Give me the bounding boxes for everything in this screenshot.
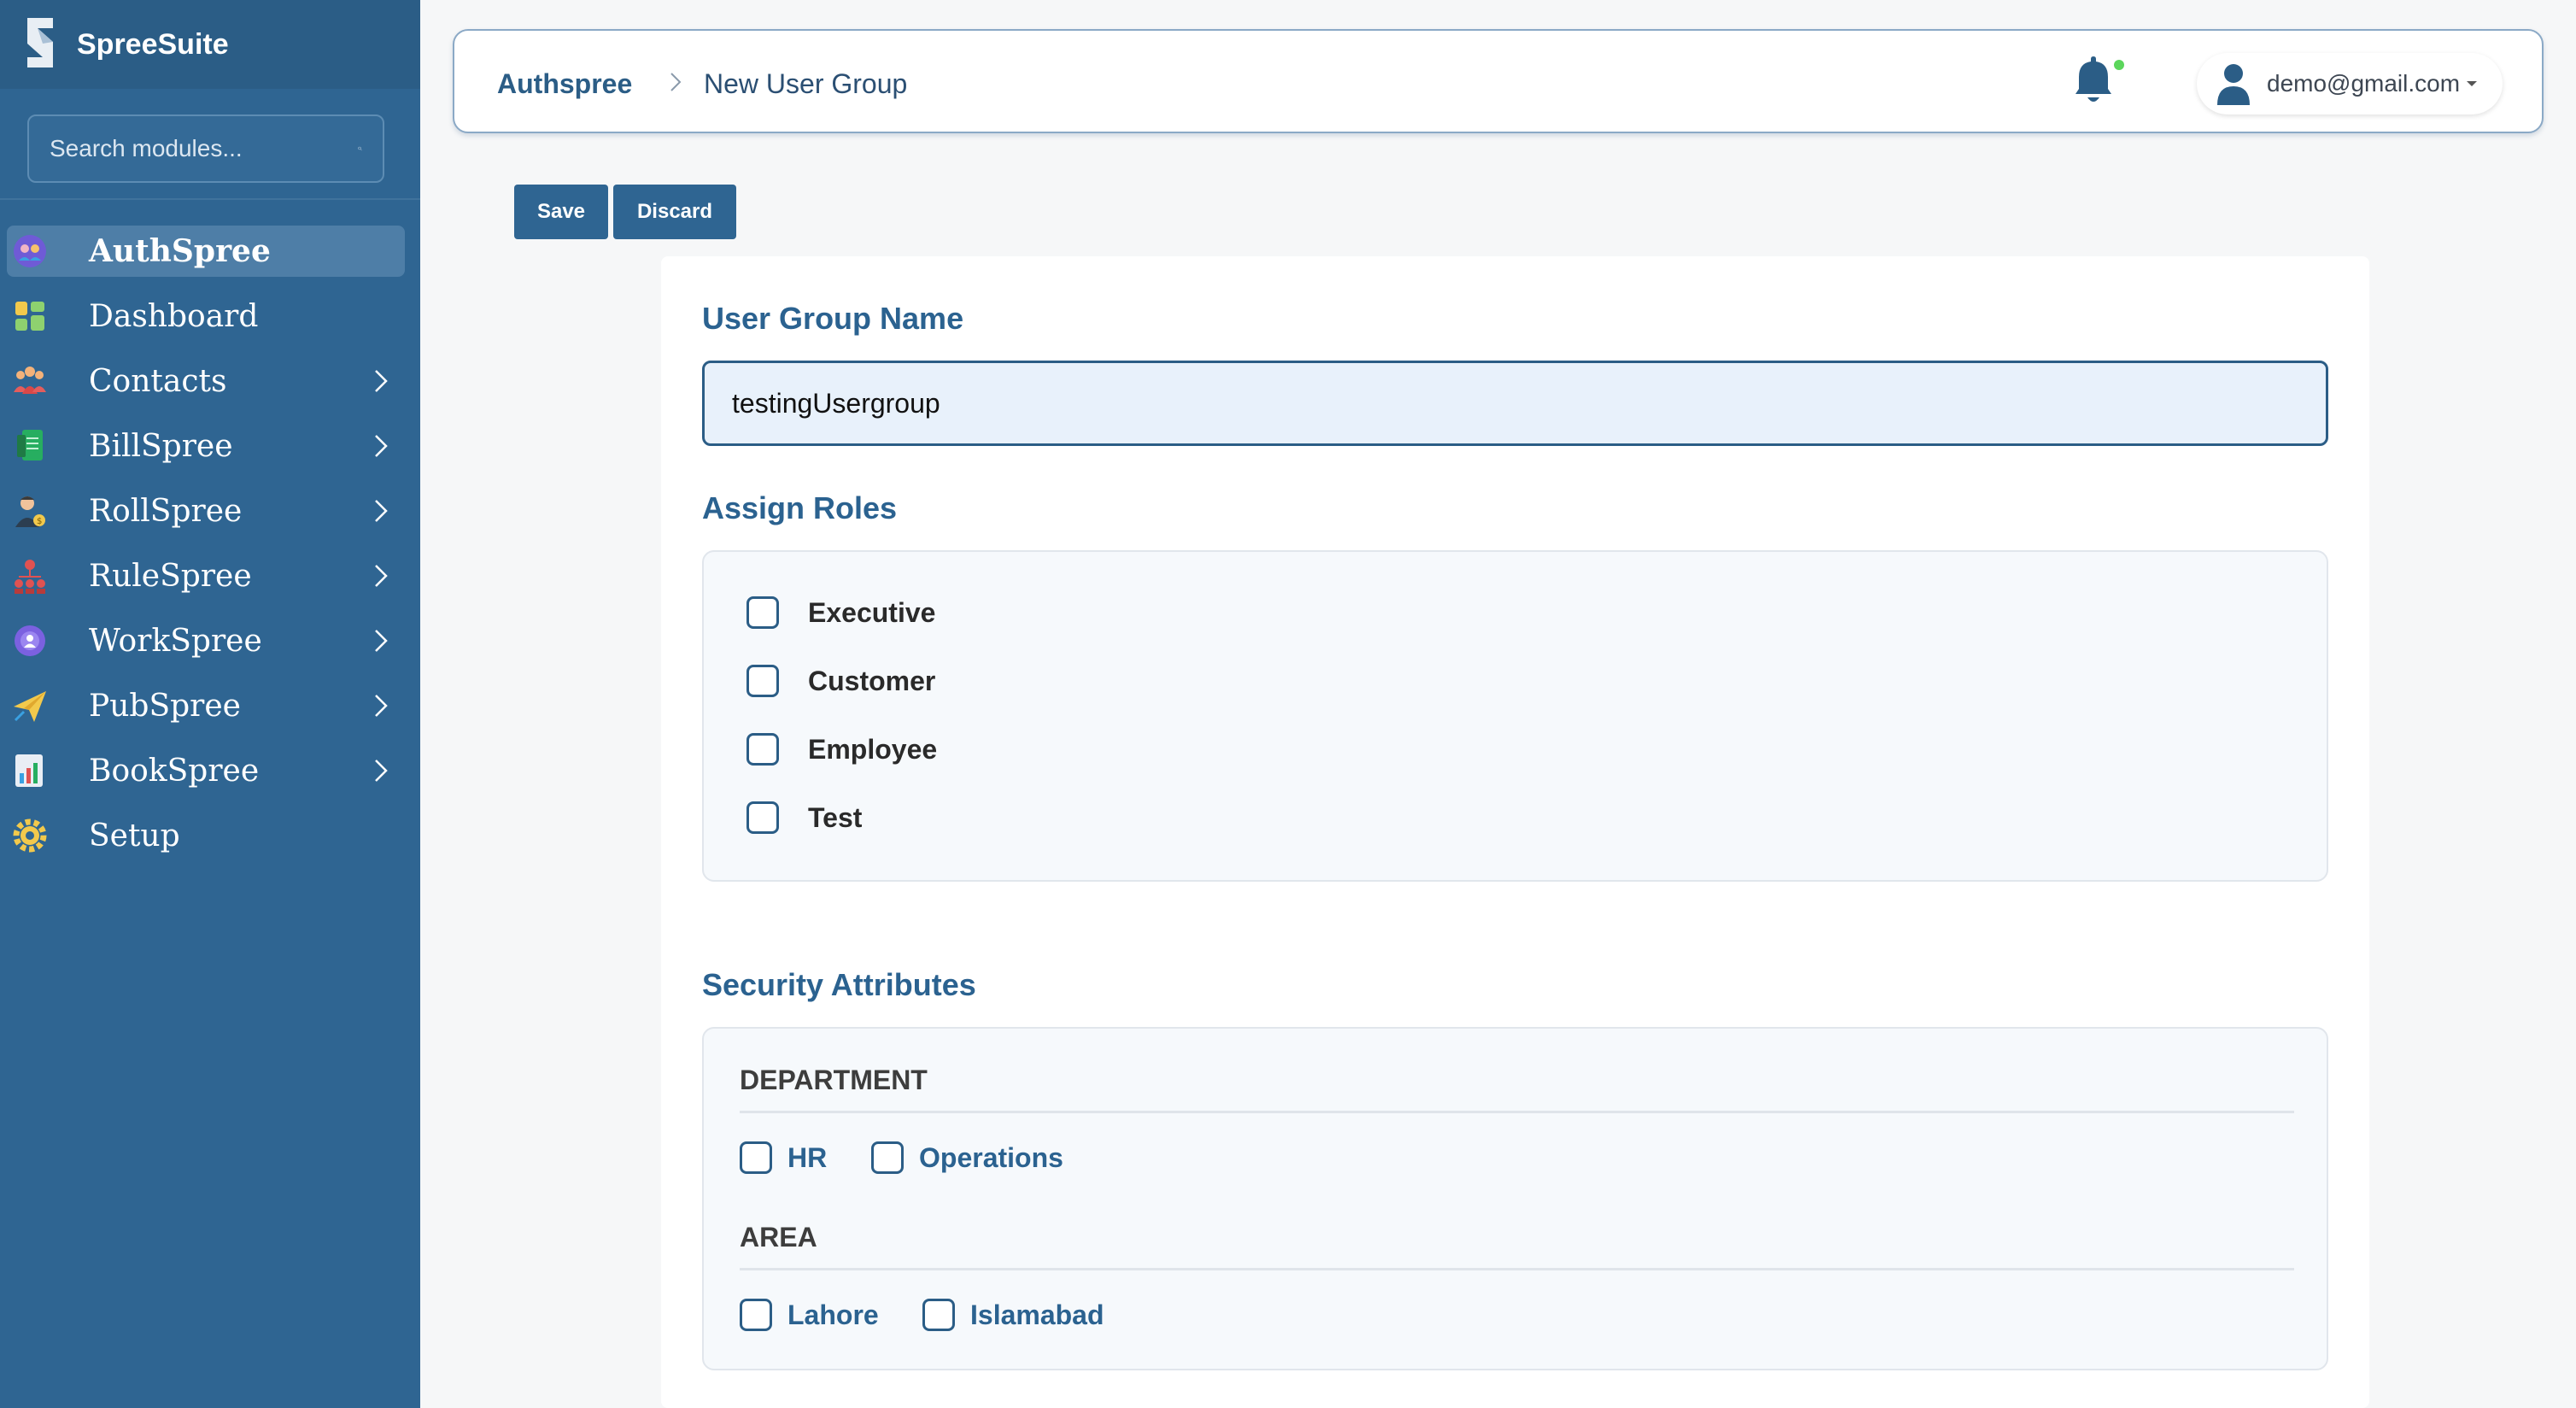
sidebar-item-label: Setup [89,818,180,854]
sidebar-item-label: PubSpree [89,688,241,724]
brand-name: SpreeSuite [77,27,229,61]
brand[interactable]: SpreeSuite [0,0,420,89]
contacts-group-icon [14,367,46,394]
chevron-right-icon[interactable] [371,627,391,654]
ledger-chart-icon [15,754,43,787]
role-label: Customer [808,665,936,696]
notification-dot [2114,60,2124,70]
attribute-option-label: Islamabad [970,1299,1104,1330]
role-option-employee[interactable]: Employee [746,733,937,766]
discard-button[interactable]: Discard [613,185,736,239]
sidebar: SpreeSuite AuthSpree Dashboard [0,0,420,1408]
chevron-right-icon[interactable] [371,757,391,784]
gear-icon [13,818,47,853]
security-attributes-title: Security Attributes [702,967,976,1002]
attribute-heading-department: DEPARTMENT [740,1065,928,1095]
svg-text:$: $ [37,517,42,526]
dashboard-grid-icon [15,302,44,331]
sidebar-item-label: AuthSpree [89,233,271,269]
user-avatar-icon [2217,64,2250,105]
chevron-right-icon[interactable] [371,692,391,719]
paper-plane-icon [14,691,46,722]
role-checkbox[interactable] [746,801,779,834]
attribute-checkbox[interactable] [740,1141,772,1174]
attribute-option-operations[interactable]: Operations [871,1141,1063,1174]
sidebar-item-label: WorkSpree [89,623,262,659]
role-checkbox[interactable] [746,665,779,697]
role-label: Executive [808,596,936,628]
attribute-option-label: HR [787,1141,828,1173]
roles-list: Executive Customer Employee Test [702,550,2328,882]
user-group-form: User Group Name Assign Roles Executive C… [661,256,2369,1408]
shield-people-icon [14,235,46,267]
caret-down-icon [2467,81,2478,86]
sidebar-item-authspree[interactable]: AuthSpree [7,226,405,277]
role-checkbox[interactable] [746,733,779,766]
assign-roles-title: Assign Roles [702,490,898,525]
sidebar-item-rollspree[interactable]: $ RollSpree [7,485,405,537]
attribute-checkbox[interactable] [740,1299,772,1331]
attribute-option-hr[interactable]: HR [740,1141,827,1174]
attribute-divider [740,1111,2294,1113]
sidebar-item-bookspree[interactable]: BookSpree [7,745,405,796]
sidebar-item-label: Contacts [89,363,227,399]
breadcrumb-root[interactable]: Authspree [497,68,632,100]
bill-document-icon [17,430,43,461]
attribute-option-islamabad[interactable]: Islamabad [922,1299,1104,1331]
group-name-input[interactable] [702,361,2328,446]
sidebar-item-label: Dashboard [89,298,259,334]
sidebar-divider [0,198,420,200]
sidebar-item-rulespree[interactable]: RuleSpree [7,550,405,601]
role-label: Employee [808,733,938,765]
attribute-checkbox[interactable] [871,1141,904,1174]
save-button[interactable]: Save [514,185,608,239]
role-label: Test [808,801,863,833]
module-search[interactable] [27,114,384,183]
security-attributes-box: DEPARTMENT HR Operations AREA Lahore Isl… [702,1027,2328,1370]
sidebar-item-billspree[interactable]: BillSpree [7,420,405,472]
attribute-option-label: Lahore [787,1299,879,1330]
chevron-right-icon[interactable] [371,497,391,525]
breadcrumb-current: New User Group [704,68,908,99]
team-gear-icon [15,625,45,656]
role-option-customer[interactable]: Customer [746,665,935,697]
top-header: Authspree New User Group demo@gmail.com [453,29,2544,133]
attribute-option-lahore[interactable]: Lahore [740,1299,879,1331]
spreesuite-logo-icon [27,18,53,67]
sidebar-nav: AuthSpree Dashboard Contacts BillSpree $… [7,226,405,875]
sidebar-item-label: BookSpree [89,753,260,789]
sidebar-item-label: RuleSpree [89,558,252,594]
sidebar-item-pubspree[interactable]: PubSpree [7,680,405,731]
chevron-right-icon[interactable] [371,432,391,460]
sidebar-item-dashboard[interactable]: Dashboard [7,290,405,342]
sidebar-item-contacts[interactable]: Contacts [7,355,405,407]
user-menu[interactable]: demo@gmail.com [2197,53,2503,114]
search-input[interactable] [50,135,358,162]
role-option-test[interactable]: Test [746,801,862,834]
chevron-right-icon[interactable] [371,367,391,395]
sidebar-item-label: RollSpree [89,493,243,529]
sidebar-item-label: BillSpree [89,428,233,464]
sidebar-item-workspree[interactable]: WorkSpree [7,615,405,666]
user-email: demo@gmail.com [2267,70,2461,97]
group-name-label: User Group Name [702,301,964,336]
attribute-heading-area: AREA [740,1222,817,1253]
breadcrumb-chevron-icon [670,73,682,91]
chevron-right-icon[interactable] [371,562,391,590]
role-option-executive[interactable]: Executive [746,596,935,629]
attribute-divider [740,1268,2294,1270]
notification-bell-icon[interactable] [2067,55,2127,109]
payroll-person-icon: $ [15,496,45,527]
attribute-checkbox[interactable] [922,1299,955,1331]
sidebar-item-setup[interactable]: Setup [7,810,405,861]
search-icon[interactable] [358,136,362,161]
attribute-option-label: Operations [919,1141,1063,1173]
role-checkbox[interactable] [746,596,779,629]
hierarchy-icon [15,560,45,594]
